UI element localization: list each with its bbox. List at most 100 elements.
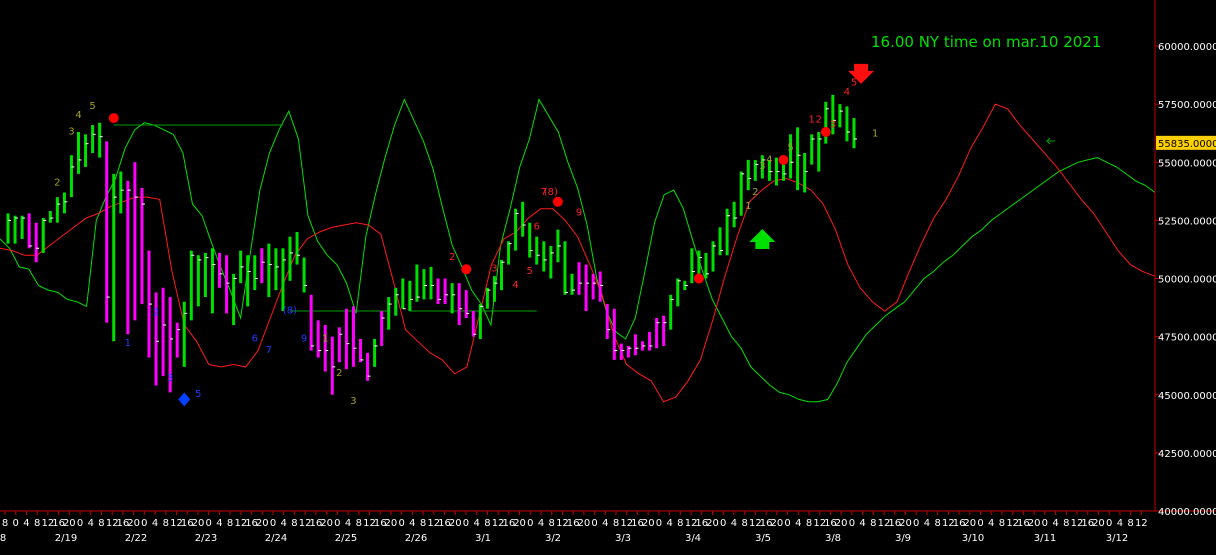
sequence-count-label: 3 [491,264,497,275]
x-hour-label: 0 [1042,518,1048,529]
x-hour-label: 20 [63,518,76,529]
x-hour-label: 4 [409,518,415,529]
x-date-label: 3/4 [685,533,701,544]
y-tick-label: 47500.0000 [1158,333,1216,344]
x-hour-label: 20 [127,518,140,529]
x-hour-label: 0 [1106,518,1112,529]
x-date-label: 2/24 [265,533,287,544]
x-hour-label: 8 [34,518,40,529]
x-date-label: 3/10 [962,533,984,544]
x-hour-label: 8 [741,518,747,529]
sequence-count-label: 5 [851,78,857,89]
x-date-label: 3/3 [615,533,631,544]
y-tick-label: 60000.0000 [1158,42,1216,53]
x-hour-label: 8 [613,518,619,529]
price-tag-label: 55835.0000 [1158,139,1216,150]
x-hour-label: 8 [870,518,876,529]
sequence-count-label: 5 [89,101,95,112]
chart-background [0,0,1216,555]
x-hour-label: 0 [656,518,662,529]
x-hour-label: 4 [281,518,287,529]
sequence-count-label: 2 [54,178,60,189]
x-hour-label: 8 [291,518,297,529]
x-hour-label: 20 [513,518,526,529]
x-hour-label: 0 [77,518,83,529]
x-hour-label: 8 [420,518,426,529]
sequence-count-label: (8) [283,305,297,316]
x-hour-label: 20 [1028,518,1041,529]
price-chart: 2345123567(8)9 123234567(8)9123451 2 3451 1… [0,0,1216,555]
sequence-count-label: 2 [449,252,455,263]
x-hour-label: 4 [1052,518,1058,529]
x-hour-label: 20 [192,518,205,529]
sequence-count-label: 6 [534,222,540,233]
x-hour-label: 0 [270,518,276,529]
x-hour-label: 0 [720,518,726,529]
x-date-label: 2/19 [55,533,77,544]
sequence-count-label: 5 [787,143,793,154]
y-tick-label: 55000.0000 [1158,158,1216,169]
x-hour-label: 8 [1127,518,1133,529]
x-hour-label: 0 [913,518,919,529]
y-tick-label: 45000.0000 [1158,391,1216,402]
x-hour-label: 0 [849,518,855,529]
sequence-count-label: 1 [322,333,328,344]
sequence-count-label: 4 [844,87,850,98]
x-date-label: 3/8 [825,533,841,544]
x-hour-label: 8 [806,518,812,529]
x-hour-label: 8 [484,518,490,529]
x-hour-label: 8 [934,518,940,529]
x-hour-label: 20 [578,518,591,529]
x-hour-label: 20 [256,518,269,529]
sequence-count-label: 9 [576,208,582,219]
signal-dot-red [778,154,789,165]
x-hour-label: 4 [216,518,222,529]
x-hour-label: 4 [152,518,158,529]
sequence-count-label: 3 [759,161,765,172]
x-hour-label: 20 [770,518,783,529]
signal-dot-red [461,264,472,275]
sequence-count-label: 9 [301,333,307,344]
sequence-count-label: 2 [336,368,342,379]
x-date-label: 3/11 [1034,533,1056,544]
x-hour-label: 4 [602,518,608,529]
x-date-label: 3/1 [475,533,491,544]
chart-annotation: 16.00 NY time on mar.10 2021 [871,33,1101,51]
x-hour-label: 4 [859,518,865,529]
signal-dot-red [693,273,704,284]
x-hour-label: 20 [899,518,912,529]
x-hour-label: 4 [666,518,672,529]
sequence-count-label: 4 [766,154,772,165]
x-date-label: 3/9 [895,533,911,544]
x-date-label: 2/25 [335,533,357,544]
x-hour-label: 8 [227,518,233,529]
x-hour-label: 8 [98,518,104,529]
sequence-count-label: 2 [153,308,159,319]
x-hour-label: 0 [977,518,983,529]
x-date-label: 2/23 [195,533,217,544]
x-hour-label: 20 [1092,518,1105,529]
x-hour-label: 0 [527,518,533,529]
sequence-count-label: 2 [816,115,822,126]
x-hour-label: 4 [473,518,479,529]
sequence-count-label: 7 [266,345,272,356]
x-hour-label: 0 [334,518,340,529]
x-date-label: 8 [0,533,6,544]
x-hour-label: 0 [591,518,597,529]
x-date-label: 2/22 [125,533,147,544]
x-hour-label: 4 [795,518,801,529]
x-hour-label: 8 [677,518,683,529]
sequence-count-label: 1 [872,129,878,140]
sequence-count-label: 4 [75,110,81,121]
x-hour-label: 8 [549,518,555,529]
x-hour-label: 0 [398,518,404,529]
x-hour-label: 12 [1135,518,1148,529]
sequence-count-label: 6 [252,333,258,344]
signal-dot-red [552,196,563,207]
x-date-label: 3/2 [545,533,561,544]
sequence-count-label: 5 [195,389,201,400]
sequence-count-label: 4 [512,280,518,291]
sequence-count-label: 3 [830,119,836,130]
x-hour-label: 0 [463,518,469,529]
sequence-count-label: 5 [527,266,533,277]
